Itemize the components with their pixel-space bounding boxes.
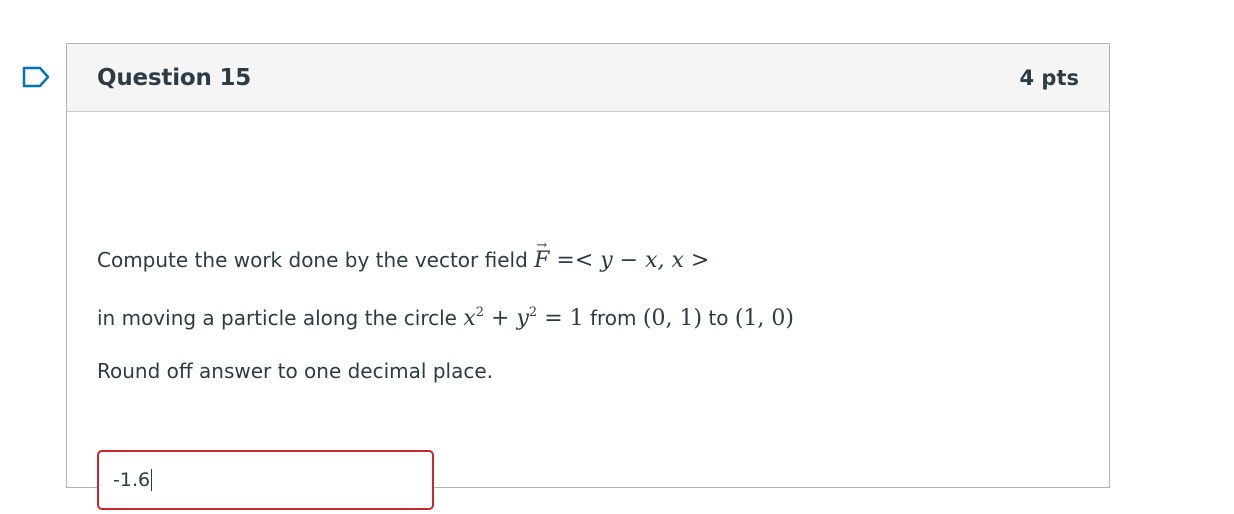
end-point: (1, 0) — [734, 306, 794, 331]
text-caret — [151, 469, 153, 491]
start-point: (0, 1) — [642, 306, 703, 331]
from-label: from — [583, 306, 643, 330]
question-text-line-2: in moving a particle along the circle x2… — [97, 305, 794, 331]
to-label: to — [702, 306, 735, 330]
question-text-prefix: Compute the work done by the vector fiel… — [97, 248, 535, 272]
question-text-line-3: Round off answer to one decimal place. — [97, 359, 493, 383]
answer-input[interactable]: -1.6 — [97, 450, 434, 510]
question-title: Question 15 — [97, 64, 252, 91]
question-header: Question 15 4 pts — [67, 44, 1109, 112]
answer-value: -1.6 — [113, 469, 151, 491]
vector-field-formula: → F =< y − x, x > — [534, 238, 710, 273]
vector-components: =< y − x, x > — [549, 248, 710, 273]
circle-equation: x2 + y2 = 1 — [463, 305, 584, 331]
question-card: Question 15 4 pts Compute the work done … — [66, 43, 1110, 510]
circle-text-prefix: in moving a particle along the circle — [97, 306, 464, 330]
question-points: 4 pts — [1019, 65, 1080, 90]
question-text-line-1: Compute the work done by the vector fiel… — [97, 238, 710, 273]
flag-question-icon[interactable] — [22, 66, 50, 88]
